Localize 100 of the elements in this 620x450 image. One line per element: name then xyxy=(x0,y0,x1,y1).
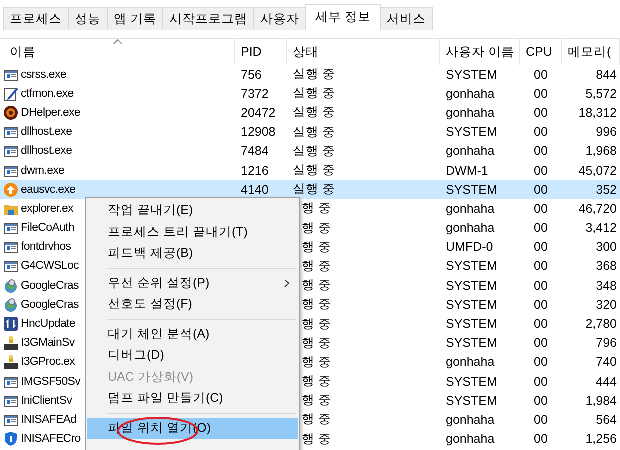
status-cell: 행 중 xyxy=(302,297,332,312)
status-cell: 행 중 xyxy=(302,201,332,216)
process-name: ctfmon.exe xyxy=(21,88,74,100)
process-name: dllhost.exe xyxy=(21,145,72,158)
memory-cell: 996 xyxy=(596,125,617,140)
status-cell: 실행 중 xyxy=(293,67,336,82)
cpu-cell: 00 xyxy=(534,125,548,140)
user-cell: UMFD-0 xyxy=(446,240,494,254)
status-cell: 실행 중 xyxy=(293,105,336,120)
user-cell: SYSTEM xyxy=(446,374,498,389)
memory-cell: 348 xyxy=(596,278,617,293)
window-icon xyxy=(3,124,19,140)
memory-cell: 368 xyxy=(596,259,617,274)
memory-cell: 740 xyxy=(596,355,617,370)
menu-item[interactable]: 덤프 파일 만들기(C) xyxy=(87,388,298,410)
window-icon xyxy=(3,220,19,236)
process-name: dllhost.exe xyxy=(21,126,72,138)
status-cell: 실행 중 xyxy=(293,86,336,100)
memory-cell: 796 xyxy=(596,336,617,350)
user-cell: DWM-1 xyxy=(446,164,488,178)
column-header[interactable]: 사용자 이름 xyxy=(440,39,520,65)
menu-item[interactable]: 프로세스 트리 끝내기(T) xyxy=(87,222,298,243)
column-header[interactable]: 상태 xyxy=(287,39,440,65)
menu-item[interactable]: 우선 순위 설정(P) xyxy=(87,272,298,294)
cpu-cell: 00 xyxy=(534,374,548,389)
memory-cell: 1,984 xyxy=(586,394,617,408)
memory-cell: 2,780 xyxy=(586,317,617,332)
process-name: INISAFECro xyxy=(21,433,81,446)
process-name: eausvc.exe xyxy=(21,184,76,196)
menu-item[interactable]: 피드백 제공(B) xyxy=(87,243,298,264)
user-cell: SYSTEM xyxy=(446,125,498,140)
process-name: GoogleCras xyxy=(21,298,79,311)
pid-cell: 7372 xyxy=(241,86,269,101)
disc-icon xyxy=(3,104,19,121)
process-name: G4CWSLoc xyxy=(21,260,79,272)
column-header[interactable]: 이름 xyxy=(0,39,235,65)
status-cell: 실행 중 xyxy=(293,182,336,196)
cpu-cell: 00 xyxy=(534,86,548,101)
menu-item[interactable]: 디버그(D) xyxy=(87,345,298,366)
status-cell: 행 중 xyxy=(302,393,332,408)
process-name: IMGSF50Sv xyxy=(21,376,80,388)
user-cell: gonhaha xyxy=(446,144,495,158)
status-cell: 행 중 xyxy=(302,278,332,292)
memory-cell: 18,312 xyxy=(578,106,617,120)
update-icon xyxy=(3,316,19,332)
column-header[interactable]: 메모리( xyxy=(562,39,620,65)
user-cell: gonhaha xyxy=(446,432,495,446)
menu-item[interactable]: 선호도 설정(F) xyxy=(87,294,298,316)
window-icon xyxy=(3,258,19,274)
pid-cell: 756 xyxy=(241,68,262,82)
cpu-cell: 00 xyxy=(534,68,548,82)
tab[interactable]: 사용자 xyxy=(253,7,306,30)
tab[interactable]: 앱 기록 xyxy=(107,7,164,30)
user-cell: gonhaha xyxy=(446,106,495,120)
cpu-cell: 00 xyxy=(534,182,548,197)
status-cell: 행 중 xyxy=(302,316,332,331)
tab[interactable]: 프로세스 xyxy=(3,7,69,30)
column-header[interactable]: PID xyxy=(235,39,287,65)
tab[interactable]: 서비스 xyxy=(380,7,433,30)
status-cell: 행 중 xyxy=(302,432,332,446)
menu-item[interactable]: 대기 체인 분석(A) xyxy=(87,324,298,345)
process-name: FileCoAuth xyxy=(21,222,74,234)
cpu-cell: 00 xyxy=(534,298,548,312)
pid-cell: 4140 xyxy=(241,182,269,197)
cpu-cell: 00 xyxy=(534,164,548,178)
memory-cell: 46,720 xyxy=(578,202,617,216)
memory-cell: 300 xyxy=(596,240,617,254)
globe-icon xyxy=(3,278,19,294)
column-header[interactable]: CPU xyxy=(520,39,562,65)
pid-cell: 1216 xyxy=(241,164,269,178)
status-cell: 행 중 xyxy=(302,220,332,235)
pid-cell: 12908 xyxy=(241,125,276,140)
menu-item[interactable]: 작업 끝내기(E) xyxy=(87,200,298,222)
window-icon xyxy=(3,239,19,256)
cpu-cell: 00 xyxy=(534,355,548,370)
selected-row[interactable]: eausvc.exe 4140 실행 중 SYSTEM 00 352 xyxy=(0,180,620,200)
globe-icon xyxy=(3,296,19,313)
user-cell: gonhaha xyxy=(446,355,495,370)
status-cell: 행 중 xyxy=(302,354,332,369)
sort-caret-icon xyxy=(113,39,123,45)
process-name: dwm.exe xyxy=(21,164,65,177)
cpu-cell: 00 xyxy=(534,144,548,158)
shield-icon xyxy=(3,431,19,448)
tab[interactable]: 시작프로그램 xyxy=(162,7,254,30)
cpu-cell: 00 xyxy=(534,278,548,293)
user-cell: SYSTEM xyxy=(446,68,498,82)
upload-icon xyxy=(3,182,19,198)
pid-cell: 20472 xyxy=(241,106,276,120)
memory-cell: 352 xyxy=(596,182,617,197)
user-cell: gonhaha xyxy=(446,86,495,101)
process-name: HncUpdate xyxy=(21,318,76,330)
cpu-cell: 00 xyxy=(534,412,548,427)
memory-cell: 1,968 xyxy=(586,144,617,158)
memory-cell: 444 xyxy=(596,374,617,389)
cpu-cell: 00 xyxy=(534,317,548,332)
status-cell: 행 중 xyxy=(302,412,332,426)
cpu-cell: 00 xyxy=(534,336,548,350)
tab[interactable]: 성능 xyxy=(68,7,108,30)
cpu-cell: 00 xyxy=(534,221,548,236)
status-cell: 실행 중 xyxy=(293,124,336,139)
